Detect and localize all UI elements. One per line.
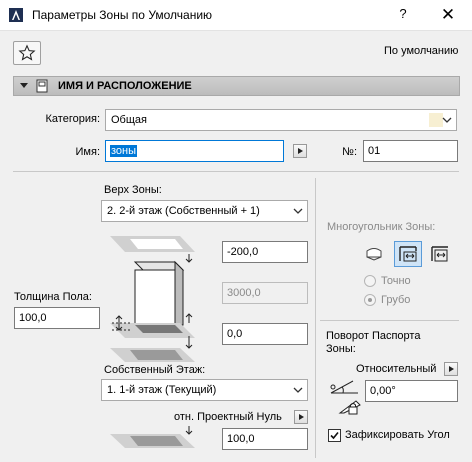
chevron-down-icon [293,208,303,214]
star-icon [18,44,36,61]
number-label: №: [342,146,357,158]
preset-label: По умолчанию [384,45,459,57]
polygon-manual-button[interactable] [361,241,389,267]
rotation-angle-value: 0,00° [370,385,396,397]
reference-diagram [110,426,195,448]
height-value: 3000,0 [227,287,261,299]
fix-angle-checkbox[interactable] [328,429,341,442]
rotation-mode-label[interactable]: Относительный [356,363,436,375]
name-input[interactable]: зоны [105,140,284,162]
category-label: Категория: [45,113,100,125]
help-button[interactable]: ? [395,6,411,24]
close-button[interactable]: ✕ [437,4,459,26]
archicad-app-icon [9,8,23,22]
collapse-arrow-icon[interactable] [20,83,28,88]
home-story-select[interactable]: 1. 1-й этаж (Текущий) [101,379,308,401]
floor-thickness-label: Толщина Пола: [14,291,92,303]
fix-angle-label: Зафиксировать Угол [345,429,450,441]
reference-value: 100,0 [227,433,255,445]
section-icon [36,79,48,93]
polygon-label: Многоугольник Зоны: [327,221,436,233]
category-value: Общая [111,114,147,126]
home-story-label: Собственный Этаж: [104,364,206,376]
rotation-angle-input[interactable]: 0,00° [365,380,458,402]
lock-icon [348,406,358,415]
rotation-mode-button[interactable] [444,362,458,376]
category-color-swatch [429,113,443,127]
stamp-rotation-label-line2: Зоны: [326,343,356,355]
floor-thickness-value: 100,0 [19,312,47,324]
separator [13,171,459,172]
angle-icon [330,380,361,415]
top-story-value: 2. 2-й этаж (Собственный + 1) [107,205,260,217]
precise-radio[interactable] [364,275,376,287]
name-options-button[interactable] [293,144,307,158]
top-offset-value: -200,0 [227,246,259,258]
polygon-mode-icon [399,246,417,262]
stamp-rotation-label: Поворот Паспорта Зоны: [326,330,420,355]
height-input: 3000,0 [222,282,308,304]
bottom-offset-value: 0,0 [227,328,243,340]
polygon-net-icon [431,246,448,262]
number-input[interactable]: 01 [363,140,458,162]
polygon-gross-button[interactable] [394,241,422,267]
top-label: Верх Зоны: [104,184,162,196]
favorites-button[interactable] [13,41,41,65]
zone-height-diagram [110,236,195,362]
top-story-select[interactable]: 2. 2-й этаж (Собственный + 1) [101,200,308,222]
polygon-net-button[interactable] [426,241,454,267]
home-story-value: 1. 1-й этаж (Текущий) [107,384,217,396]
name-label: Имя: [75,146,100,158]
number-value: 01 [368,145,381,157]
window-title: Параметры Зоны по Умолчанию [32,8,213,22]
reference-options-button[interactable] [294,410,308,424]
gross-label: Грубо [381,294,411,306]
section-title: ИМЯ И РАСПОЛОЖЕНИЕ [58,80,192,92]
name-value: зоны [110,145,138,157]
check-icon [330,431,339,440]
separator [320,320,459,321]
reference-label: отн. Проектный Нуль [174,411,282,423]
polygon-manual-icon [366,248,382,261]
floor-thickness-input[interactable]: 100,0 [14,307,100,329]
bottom-offset-input[interactable]: 0,0 [222,323,308,345]
separator-vertical [315,178,316,458]
top-offset-input[interactable]: -200,0 [222,241,308,263]
category-select[interactable]: Общая [105,109,457,131]
chevron-down-icon [442,117,452,123]
reference-input[interactable]: 100,0 [222,428,308,450]
stamp-rotation-label-line1: Поворот Паспорта [326,330,421,342]
chevron-down-icon [293,387,303,393]
precise-label: Точно [381,275,411,287]
gross-radio[interactable] [364,294,376,306]
